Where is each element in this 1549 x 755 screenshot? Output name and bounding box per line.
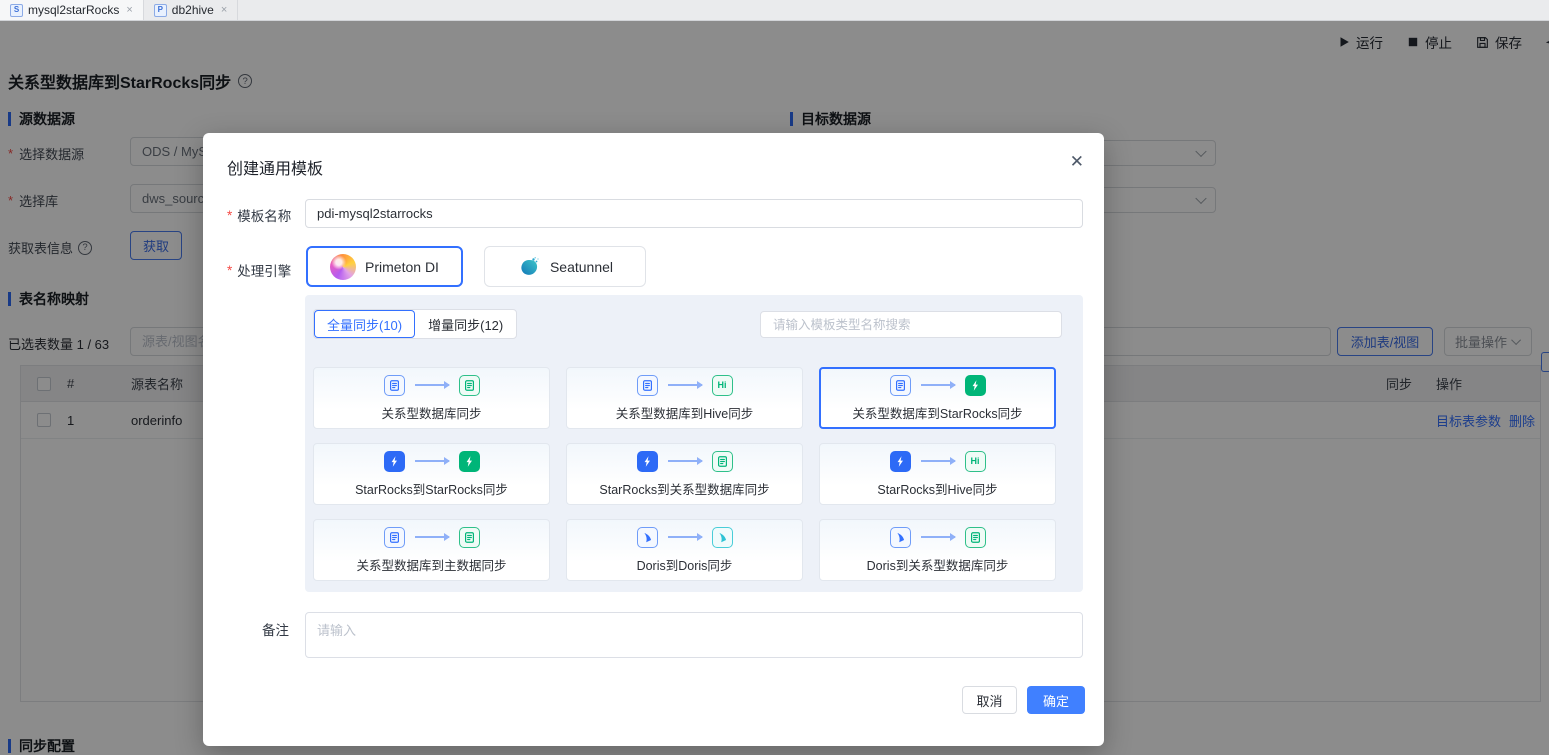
template-card[interactable]: Doris到Doris同步 xyxy=(566,519,803,581)
hive-icon: Hi xyxy=(712,375,733,396)
engine-option-primeton[interactable]: Primeton DI xyxy=(306,246,463,287)
cancel-button[interactable]: 取消 xyxy=(962,686,1017,714)
engine-label: * 处理引擎 xyxy=(227,260,291,280)
starrocks-icon xyxy=(637,451,658,472)
template-card-label: 关系型数据库到主数据同步 xyxy=(356,555,506,574)
card-icons: Hi xyxy=(637,375,733,396)
doris-icon xyxy=(890,527,911,548)
starrocks-icon xyxy=(384,451,405,472)
template-card[interactable]: StarRocks到关系型数据库同步 xyxy=(566,443,803,505)
starrocks-icon xyxy=(459,451,480,472)
arrow-icon xyxy=(921,536,955,538)
seatunnel-tab-icon: S xyxy=(10,4,23,17)
pdi-tab-icon: P xyxy=(154,4,167,17)
template-card-label: StarRocks到关系型数据库同步 xyxy=(599,479,769,498)
template-card[interactable]: Hi StarRocks到Hive同步 xyxy=(819,443,1056,505)
seatunnel-icon xyxy=(517,255,541,279)
tab-mysql2starrocks[interactable]: S mysql2starRocks × xyxy=(0,0,144,20)
label-text: 模板名称 xyxy=(237,205,291,225)
tab-label: mysql2starRocks xyxy=(28,3,119,17)
create-template-modal: 创建通用模板 ✕ * 模板名称 * 处理引擎 Primeton DI Seatu… xyxy=(203,133,1104,746)
tab-label: db2hive xyxy=(172,3,214,17)
hive-icon: Hi xyxy=(965,451,986,472)
rdb-icon xyxy=(384,375,405,396)
engine-name: Primeton DI xyxy=(365,259,439,275)
template-card-label: 关系型数据库同步 xyxy=(381,403,481,422)
doris-icon xyxy=(712,527,733,548)
workspace-tabbar: S mysql2starRocks × P db2hive × xyxy=(0,0,1549,21)
template-card-label: StarRocks到Hive同步 xyxy=(877,479,997,498)
template-card[interactable]: Doris到关系型数据库同步 xyxy=(819,519,1056,581)
template-card[interactable]: 关系型数据库同步 xyxy=(313,367,550,429)
modal-title: 创建通用模板 xyxy=(227,155,323,179)
doris-icon xyxy=(637,527,658,548)
rdb-icon xyxy=(459,527,480,548)
rdb-icon xyxy=(637,375,658,396)
app-window: S mysql2starRocks × P db2hive × 运行 停止 保存 xyxy=(0,0,1549,755)
card-icons xyxy=(384,375,480,396)
template-card[interactable]: 关系型数据库到主数据同步 xyxy=(313,519,550,581)
card-icons xyxy=(890,527,986,548)
template-card-label: Doris到Doris同步 xyxy=(637,555,733,574)
sync-mode-tabs: 全量同步(10) 增量同步(12) xyxy=(313,309,517,339)
template-card[interactable]: 关系型数据库到StarRocks同步 xyxy=(819,367,1056,429)
arrow-icon xyxy=(668,384,702,386)
template-panel: 全量同步(10) 增量同步(12) 关系型数据库同步 Hi 关系型数据库到Hive同… xyxy=(305,295,1083,592)
note-textarea[interactable] xyxy=(305,612,1083,658)
arrow-icon xyxy=(415,536,449,538)
card-icons xyxy=(384,451,480,472)
card-icons xyxy=(637,451,733,472)
label-text: 处理引擎 xyxy=(237,260,291,280)
rdb-icon xyxy=(890,375,911,396)
label-text: 备注 xyxy=(262,619,289,639)
template-name-label: * 模板名称 xyxy=(227,205,291,225)
modal-close-icon[interactable]: ✕ xyxy=(1070,153,1084,170)
template-card[interactable]: Hi 关系型数据库到Hive同步 xyxy=(566,367,803,429)
note-label: 备注 xyxy=(262,619,289,639)
rdb-icon xyxy=(712,451,733,472)
card-icons xyxy=(384,527,480,548)
tab-full-sync[interactable]: 全量同步(10) xyxy=(314,310,415,338)
template-card-label: 关系型数据库到Hive同步 xyxy=(616,403,754,422)
starrocks-icon xyxy=(890,451,911,472)
close-icon[interactable]: × xyxy=(221,4,227,16)
template-name-input[interactable] xyxy=(305,199,1083,228)
template-card-label: 关系型数据库到StarRocks同步 xyxy=(852,403,1022,422)
required-asterisk: * xyxy=(227,263,232,278)
template-card[interactable]: StarRocks到StarRocks同步 xyxy=(313,443,550,505)
tab-db2hive[interactable]: P db2hive × xyxy=(144,0,238,20)
rdb-icon xyxy=(965,527,986,548)
primeton-di-icon xyxy=(330,254,356,280)
close-icon[interactable]: × xyxy=(126,4,132,16)
rdb-icon xyxy=(384,527,405,548)
template-card-label: Doris到关系型数据库同步 xyxy=(867,555,1009,574)
arrow-icon xyxy=(415,384,449,386)
confirm-button[interactable]: 确定 xyxy=(1027,686,1085,714)
required-asterisk: * xyxy=(227,208,232,223)
arrow-icon xyxy=(415,460,449,462)
arrow-icon xyxy=(668,536,702,538)
card-icons xyxy=(890,375,986,396)
tab-incremental-sync[interactable]: 增量同步(12) xyxy=(415,310,516,338)
template-search-input[interactable] xyxy=(760,311,1062,338)
arrow-icon xyxy=(921,384,955,386)
engine-option-seatunnel[interactable]: Seatunnel xyxy=(484,246,646,287)
engine-name: Seatunnel xyxy=(550,259,613,275)
card-icons: Hi xyxy=(890,451,986,472)
template-card-label: StarRocks到StarRocks同步 xyxy=(355,479,508,498)
card-icons xyxy=(637,527,733,548)
rdb-icon xyxy=(459,375,480,396)
arrow-icon xyxy=(668,460,702,462)
starrocks-icon xyxy=(965,375,986,396)
arrow-icon xyxy=(921,460,955,462)
template-grid: 关系型数据库同步 Hi 关系型数据库到Hive同步 关系型数据库到StarRocks同… xyxy=(313,367,1056,581)
